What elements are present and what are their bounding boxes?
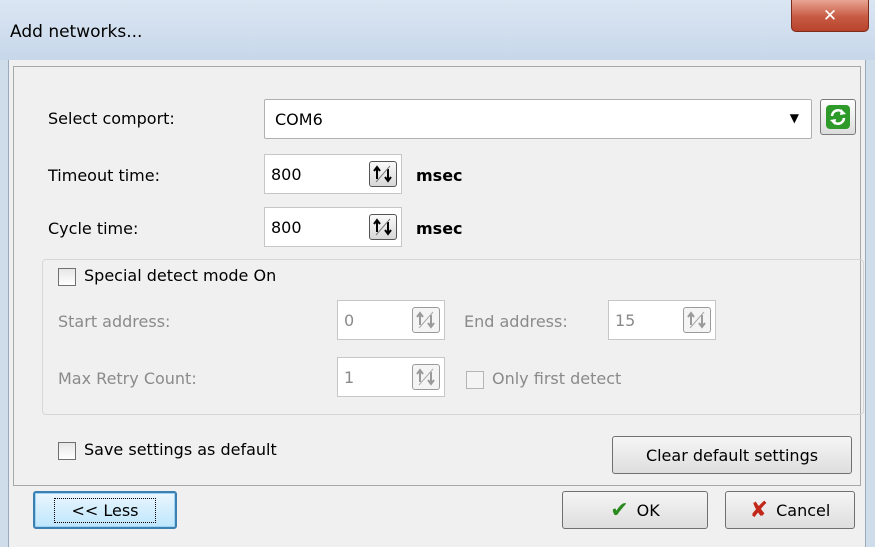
less-label: << Less (54, 497, 156, 523)
start-address-value: 0 (344, 311, 355, 330)
cancel-button[interactable]: ✘ Cancel (725, 491, 855, 529)
checkmark-icon: ✔ (610, 497, 629, 523)
special-detect-checkbox[interactable] (58, 268, 76, 286)
window-title: Add networks... (10, 22, 143, 42)
settings-panel: Select comport: COM6 ▼ Timeout time: 800… (13, 66, 864, 486)
max-retry-label: Max Retry Count: (58, 369, 197, 388)
timeout-unit: msec (416, 166, 463, 185)
timeout-label: Timeout time: (48, 166, 160, 185)
refresh-button[interactable] (820, 99, 856, 135)
close-button[interactable]: ✕ (791, 0, 869, 32)
timeout-spinner[interactable]: 800 (264, 154, 402, 194)
start-address-label: Start address: (58, 312, 171, 331)
clear-default-label: Clear default settings (645, 445, 819, 465)
only-first-detect-checkbox[interactable] (466, 371, 484, 389)
title-bar: Add networks... ✕ (0, 0, 875, 60)
max-retry-spinner[interactable]: 1 (337, 357, 445, 397)
ok-button[interactable]: ✔ OK (562, 491, 708, 529)
spin-arrows-icon[interactable] (369, 161, 397, 187)
comport-label: Select comport: (48, 109, 175, 128)
clear-default-button[interactable]: Clear default settings (612, 436, 852, 474)
cycle-spinner[interactable]: 800 (264, 207, 402, 247)
timeout-value: 800 (271, 165, 302, 184)
less-button[interactable]: << Less (33, 491, 177, 529)
chevron-down-icon: ▼ (789, 111, 799, 125)
spin-arrows-icon[interactable] (412, 364, 440, 390)
special-detect-label: Special detect mode On (84, 266, 277, 285)
cancel-label: Cancel (776, 500, 831, 520)
x-icon: ✘ (749, 497, 769, 523)
comport-value: COM6 (275, 110, 323, 129)
spin-arrows-icon[interactable] (683, 307, 711, 333)
spin-arrows-icon[interactable] (369, 214, 397, 240)
refresh-icon (826, 105, 850, 129)
comport-select[interactable]: COM6 ▼ (264, 99, 812, 139)
ok-label: OK (636, 500, 660, 520)
dialog-body: Select comport: COM6 ▼ Timeout time: 800… (8, 60, 866, 547)
close-icon: ✕ (822, 5, 838, 26)
only-first-detect-label: Only first detect (492, 369, 622, 388)
save-default-label: Save settings as default (84, 440, 277, 459)
end-address-label: End address: (464, 312, 568, 331)
max-retry-value: 1 (344, 368, 355, 387)
start-address-spinner[interactable]: 0 (337, 300, 445, 340)
cycle-label: Cycle time: (48, 219, 139, 238)
spin-arrows-icon[interactable] (412, 307, 440, 333)
end-address-value: 15 (615, 311, 636, 330)
save-default-checkbox[interactable] (58, 442, 76, 460)
end-address-spinner[interactable]: 15 (608, 300, 716, 340)
cycle-value: 800 (271, 218, 302, 237)
cycle-unit: msec (416, 219, 463, 238)
